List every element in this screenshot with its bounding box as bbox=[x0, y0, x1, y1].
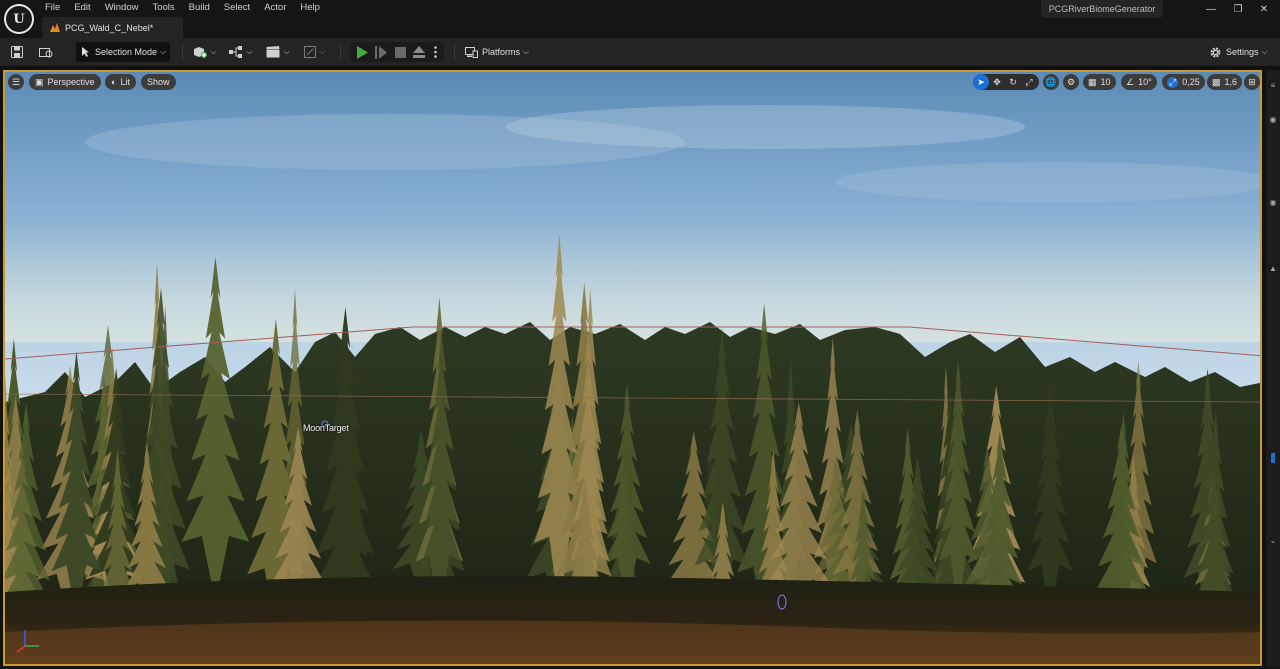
platforms-label: Platforms bbox=[482, 47, 521, 57]
camera-speed-dropdown[interactable]: ▩ 1,6 bbox=[1207, 74, 1243, 90]
details-panel-edge: ≡ ◉ ◉ ▲ ⌄ bbox=[1266, 70, 1280, 669]
cube-icon: ▣ bbox=[35, 76, 44, 87]
actor-label-moontarget[interactable]: MoonTarget bbox=[303, 423, 349, 433]
minimize-icon[interactable]: — bbox=[1203, 2, 1219, 16]
panel-menu-icon[interactable]: ≡ bbox=[1268, 80, 1278, 90]
settings-label: Settings bbox=[1226, 47, 1259, 57]
menu-build[interactable]: Build bbox=[182, 0, 217, 15]
add-actor-icon[interactable]: ⌵ bbox=[193, 44, 217, 60]
scale-snap-value: 0,25 bbox=[1182, 77, 1200, 87]
platforms-dropdown[interactable]: Platforms ⌵ bbox=[465, 44, 529, 60]
step-icon[interactable] bbox=[373, 44, 389, 60]
world-local-icon[interactable]: 🌐 bbox=[1043, 74, 1059, 90]
show-dropdown[interactable]: Show bbox=[141, 74, 176, 90]
scale-snap-icon: ⤢ bbox=[1167, 76, 1179, 88]
menu-actor[interactable]: Actor bbox=[257, 0, 293, 15]
eject-icon[interactable] bbox=[411, 44, 427, 60]
play-icon[interactable] bbox=[354, 44, 370, 60]
save-icon[interactable] bbox=[9, 44, 25, 60]
clapperboard-icon[interactable]: ⌵ bbox=[266, 44, 290, 60]
visibility-eye-icon[interactable]: ◉ bbox=[1268, 114, 1278, 124]
title-bar: U File Edit Window Tools Build Select Ac… bbox=[0, 0, 1280, 38]
scene-render bbox=[5, 72, 1260, 664]
project-name: PCGRiverBiomeGenerator bbox=[1041, 0, 1163, 18]
toolbar-divider bbox=[182, 44, 183, 60]
scrollbar-thumb[interactable] bbox=[1271, 453, 1275, 463]
mountain-icon: ▲ bbox=[1269, 263, 1277, 273]
close-icon[interactable]: ✕ bbox=[1256, 2, 1272, 16]
gear-icon bbox=[1210, 47, 1221, 57]
menu-tools[interactable]: Tools bbox=[145, 0, 181, 15]
toolbar-divider bbox=[454, 44, 455, 60]
toolbar-divider bbox=[340, 44, 341, 60]
rotation-snap-value: 10° bbox=[1138, 77, 1152, 87]
rotation-snap-toggle[interactable]: ∠ 10° bbox=[1121, 74, 1157, 90]
modes-icon[interactable]: ⌵ bbox=[302, 44, 328, 60]
select-cursor-icon[interactable]: ➤ bbox=[973, 74, 989, 90]
viewport-layout-icon[interactable]: ⊞ bbox=[1244, 74, 1260, 90]
content-browser-icon[interactable] bbox=[38, 44, 54, 60]
perspective-dropdown[interactable]: ▣ Perspective bbox=[29, 74, 101, 90]
platforms-icon bbox=[465, 46, 478, 58]
menu-file[interactable]: File bbox=[38, 0, 67, 15]
play-controls bbox=[350, 42, 444, 62]
menu-bar: File Edit Window Tools Build Select Acto… bbox=[38, 0, 327, 15]
selection-mode-dropdown[interactable]: Selection Mode ⌵ bbox=[76, 42, 170, 62]
translate-icon[interactable]: ✥ bbox=[989, 74, 1005, 90]
cursor-icon bbox=[82, 47, 89, 57]
level-tab[interactable]: PCG_Wald_C_Nebel* bbox=[42, 17, 183, 38]
level-viewport[interactable]: ☰ ▣ Perspective ◐ Lit Show ➤ ✥ ↻ ⤢ 🌐 ⚙ ▦… bbox=[3, 70, 1262, 666]
level-icon bbox=[50, 23, 60, 32]
unreal-logo-icon[interactable]: U bbox=[4, 4, 34, 34]
chevron-down-icon: ⌵ bbox=[160, 47, 167, 56]
viewport-menu-icon[interactable]: ☰ bbox=[8, 74, 24, 90]
blueprint-icon[interactable]: ⌵ bbox=[229, 44, 253, 60]
surface-snap-icon[interactable]: ⚙ bbox=[1063, 74, 1079, 90]
camera-speed-value: 1,6 bbox=[1224, 77, 1238, 87]
camera-icon: ▩ bbox=[1212, 76, 1221, 87]
chevron-down-icon: ⌵ bbox=[523, 47, 530, 56]
more-options-icon[interactable] bbox=[430, 44, 440, 60]
menu-help[interactable]: Help bbox=[293, 0, 327, 15]
main-toolbar: Selection Mode ⌵ ⌵ ⌵ ⌵ ⌵ Platforms ⌵ Set… bbox=[0, 38, 1280, 66]
level-tab-label: PCG_Wald_C_Nebel* bbox=[65, 22, 154, 33]
selection-mode-label: Selection Mode bbox=[95, 47, 158, 57]
scale-snap-toggle[interactable]: ⤢ 0,25 bbox=[1162, 74, 1205, 90]
menu-select[interactable]: Select bbox=[217, 0, 257, 15]
grid-snap-toggle[interactable]: ▦ 10 bbox=[1083, 74, 1116, 90]
lit-label: Lit bbox=[120, 77, 130, 87]
grid-snap-value: 10 bbox=[1100, 77, 1111, 87]
grid-icon: ▦ bbox=[1088, 76, 1097, 87]
transform-tools: ➤ ✥ ↻ ⤢ bbox=[973, 74, 1039, 90]
lit-sphere-icon: ◐ bbox=[111, 77, 117, 87]
chevron-down-icon: ⌵ bbox=[1261, 47, 1268, 56]
scale-icon[interactable]: ⤢ bbox=[1021, 74, 1037, 90]
visibility-eye-icon[interactable]: ◉ bbox=[1268, 197, 1278, 207]
menu-window[interactable]: Window bbox=[98, 0, 146, 15]
perspective-label: Perspective bbox=[47, 77, 95, 87]
rotate-icon[interactable]: ↻ bbox=[1005, 74, 1021, 90]
angle-icon: ∠ bbox=[1126, 76, 1135, 87]
restore-icon[interactable]: ❐ bbox=[1230, 2, 1246, 16]
view-mode-dropdown[interactable]: ◐ Lit bbox=[105, 74, 136, 90]
stop-icon[interactable] bbox=[392, 44, 408, 60]
settings-button[interactable]: Settings ⌵ bbox=[1209, 44, 1268, 60]
show-label: Show bbox=[147, 77, 170, 87]
chevron-down-icon[interactable]: ⌄ bbox=[1268, 535, 1278, 545]
menu-edit[interactable]: Edit bbox=[67, 0, 97, 15]
